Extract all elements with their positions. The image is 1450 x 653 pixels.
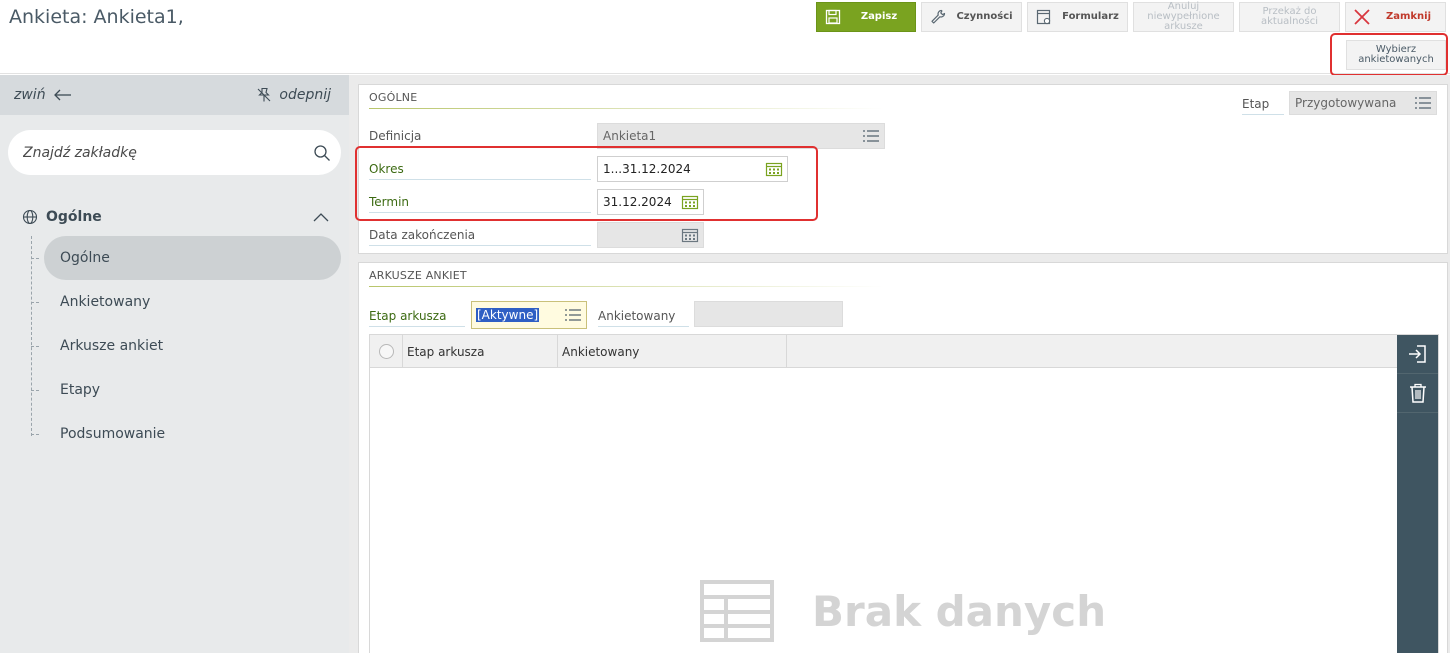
form-button[interactable]: Formularz bbox=[1027, 2, 1128, 32]
sidebar-item-label: Etapy bbox=[60, 382, 101, 398]
calendar-icon[interactable] bbox=[765, 161, 783, 177]
delete-row-button[interactable] bbox=[1397, 374, 1438, 413]
header: Ankieta: Ankieta1, Zapisz Czynności Form… bbox=[0, 0, 1450, 76]
sidebar-search-box bbox=[8, 130, 341, 175]
stage-value: Przygotowywana bbox=[1295, 96, 1397, 110]
grid-side-toolbar bbox=[1397, 335, 1438, 653]
sidebar-item-label: Ogólne bbox=[60, 250, 110, 266]
forward-to-news-label: Przekaż do aktualności bbox=[1240, 7, 1339, 27]
cancel-unfilled-sheets-label: Anuluj niewypełnione arkusze bbox=[1134, 2, 1233, 32]
end-date-label: Data zakończenia bbox=[369, 224, 591, 246]
cancel-unfilled-sheets-button[interactable]: Anuluj niewypełnione arkusze bbox=[1133, 2, 1234, 32]
forward-label-line-2: aktualności bbox=[1260, 16, 1319, 27]
deadline-label: Termin bbox=[369, 191, 591, 213]
grid-header: Etap arkusza Ankietowany bbox=[370, 335, 1398, 368]
stage-label: Etap bbox=[1242, 93, 1284, 115]
definition-value: Ankieta1 bbox=[603, 129, 657, 143]
sidebar-search-area bbox=[0, 115, 349, 190]
column-header-respondent[interactable]: Ankietowany bbox=[558, 335, 787, 368]
unpin-icon bbox=[256, 87, 272, 103]
period-value: 1...31.12.2024 bbox=[603, 162, 691, 176]
cancel-label-line-3: arkusze bbox=[1164, 21, 1203, 32]
arrow-left-icon bbox=[53, 89, 72, 101]
calendar-icon[interactable] bbox=[681, 227, 699, 243]
select-respondents-button[interactable]: Wybierz ankietowanych bbox=[1346, 40, 1446, 70]
globe-icon bbox=[22, 209, 38, 225]
close-button-label: Zamknij bbox=[1385, 11, 1432, 22]
end-date-field[interactable] bbox=[597, 222, 704, 248]
period-label: Okres bbox=[369, 158, 591, 180]
list-icon[interactable] bbox=[1414, 95, 1432, 111]
form-button-label: Formularz bbox=[1062, 11, 1119, 22]
calendar-icon[interactable] bbox=[681, 194, 699, 210]
unpin-label: odepnij bbox=[279, 87, 331, 103]
empty-state: Brak danych bbox=[700, 580, 1106, 642]
empty-table-icon bbox=[700, 580, 774, 642]
sidebar: zwiń odepnij Ogólne bbox=[0, 75, 349, 653]
sheet-stage-filter-field[interactable]: [Aktywne] bbox=[471, 301, 587, 329]
select-all-column[interactable] bbox=[370, 335, 403, 368]
form-document-icon bbox=[1034, 7, 1054, 27]
main-content: OGÓLNE Definicja Ankieta1 Okres 1...31.1… bbox=[349, 75, 1450, 653]
no-data-text: Brak danych bbox=[812, 586, 1107, 636]
sidebar-toolbar: zwiń odepnij bbox=[0, 75, 349, 115]
deadline-value: 31.12.2024 bbox=[603, 195, 672, 209]
definition-field[interactable]: Ankieta1 bbox=[597, 123, 885, 149]
deadline-field[interactable]: 31.12.2024 bbox=[597, 189, 704, 215]
sidebar-item-respondent[interactable]: Ankietowany bbox=[0, 280, 349, 324]
save-button[interactable]: Zapisz bbox=[816, 2, 916, 32]
sidebar-item-summary[interactable]: Podsumowanie bbox=[0, 412, 349, 456]
nav-group-label: Ogólne bbox=[46, 209, 102, 225]
respondent-filter-label: Ankietowany bbox=[598, 305, 689, 327]
sheets-section-title: ARKUSZE ANKIET bbox=[369, 269, 467, 282]
sheet-stage-filter-value: [Aktywne] bbox=[476, 308, 540, 322]
trash-icon bbox=[1408, 382, 1428, 404]
sidebar-item-survey-sheets[interactable]: Arkusze ankiet bbox=[0, 324, 349, 368]
sidebar-item-label: Podsumowanie bbox=[60, 426, 166, 442]
survey-sheets-panel: ARKUSZE ANKIET Etap arkusza [Aktywne] An… bbox=[358, 262, 1448, 653]
list-icon[interactable] bbox=[862, 128, 880, 144]
survey-sheets-grid: Etap arkusza Ankietowany Brak danych bbox=[369, 334, 1439, 653]
sidebar-item-stages[interactable]: Etapy bbox=[0, 368, 349, 412]
login-arrow-icon bbox=[1407, 343, 1429, 365]
actions-button-label: Czynności bbox=[956, 11, 1013, 22]
close-icon bbox=[1352, 7, 1372, 27]
select-label-line-2: ankietowanych bbox=[1358, 54, 1434, 65]
general-section-title: OGÓLNE bbox=[369, 91, 418, 104]
wrench-icon bbox=[928, 7, 948, 27]
nav-tree: Ogólne Ankietowany Arkusze ankiet Etapy … bbox=[0, 236, 349, 456]
sidebar-item-label: Arkusze ankiet bbox=[60, 338, 164, 354]
column-header-sheet-stage[interactable]: Etap arkusza bbox=[403, 335, 558, 368]
select-all-radio[interactable] bbox=[378, 344, 394, 359]
period-field[interactable]: 1...31.12.2024 bbox=[597, 156, 788, 182]
collapse-label: zwiń bbox=[14, 87, 46, 103]
section-title-underline bbox=[369, 286, 884, 287]
list-icon[interactable] bbox=[564, 307, 582, 323]
sheet-stage-filter-label: Etap arkusza bbox=[369, 305, 465, 327]
stage-field[interactable]: Przygotowywana bbox=[1289, 91, 1437, 115]
forward-to-news-button[interactable]: Przekaż do aktualności bbox=[1239, 2, 1340, 32]
nav-group-general: Ogólne Ogólne Ankietowany Arkusze ankiet… bbox=[0, 202, 349, 456]
select-respondents-label: Wybierz ankietowanych bbox=[1347, 45, 1445, 65]
sidebar-item-label: Ankietowany bbox=[60, 294, 151, 310]
definition-label: Definicja bbox=[369, 125, 591, 147]
section-title-underline bbox=[369, 108, 884, 109]
find-tab-search-input[interactable] bbox=[23, 144, 313, 161]
floppy-disk-icon bbox=[823, 7, 843, 27]
collapse-sidebar-button[interactable]: zwiń bbox=[14, 87, 72, 103]
page-title: Ankieta: Ankieta1, bbox=[9, 6, 184, 28]
actions-button[interactable]: Czynności bbox=[921, 2, 1022, 32]
chevron-up-icon[interactable] bbox=[313, 212, 329, 222]
search-icon[interactable] bbox=[313, 144, 331, 162]
unpin-sidebar-button[interactable]: odepnij bbox=[256, 87, 331, 103]
add-row-button[interactable] bbox=[1397, 335, 1438, 374]
close-button[interactable]: Zamknij bbox=[1345, 2, 1446, 32]
save-button-label: Zapisz bbox=[860, 11, 898, 22]
respondent-filter-field[interactable] bbox=[694, 301, 843, 327]
nav-group-header[interactable]: Ogólne bbox=[0, 202, 349, 232]
general-panel: OGÓLNE Definicja Ankieta1 Okres 1...31.1… bbox=[358, 84, 1448, 254]
sidebar-item-general[interactable]: Ogólne bbox=[0, 236, 349, 280]
